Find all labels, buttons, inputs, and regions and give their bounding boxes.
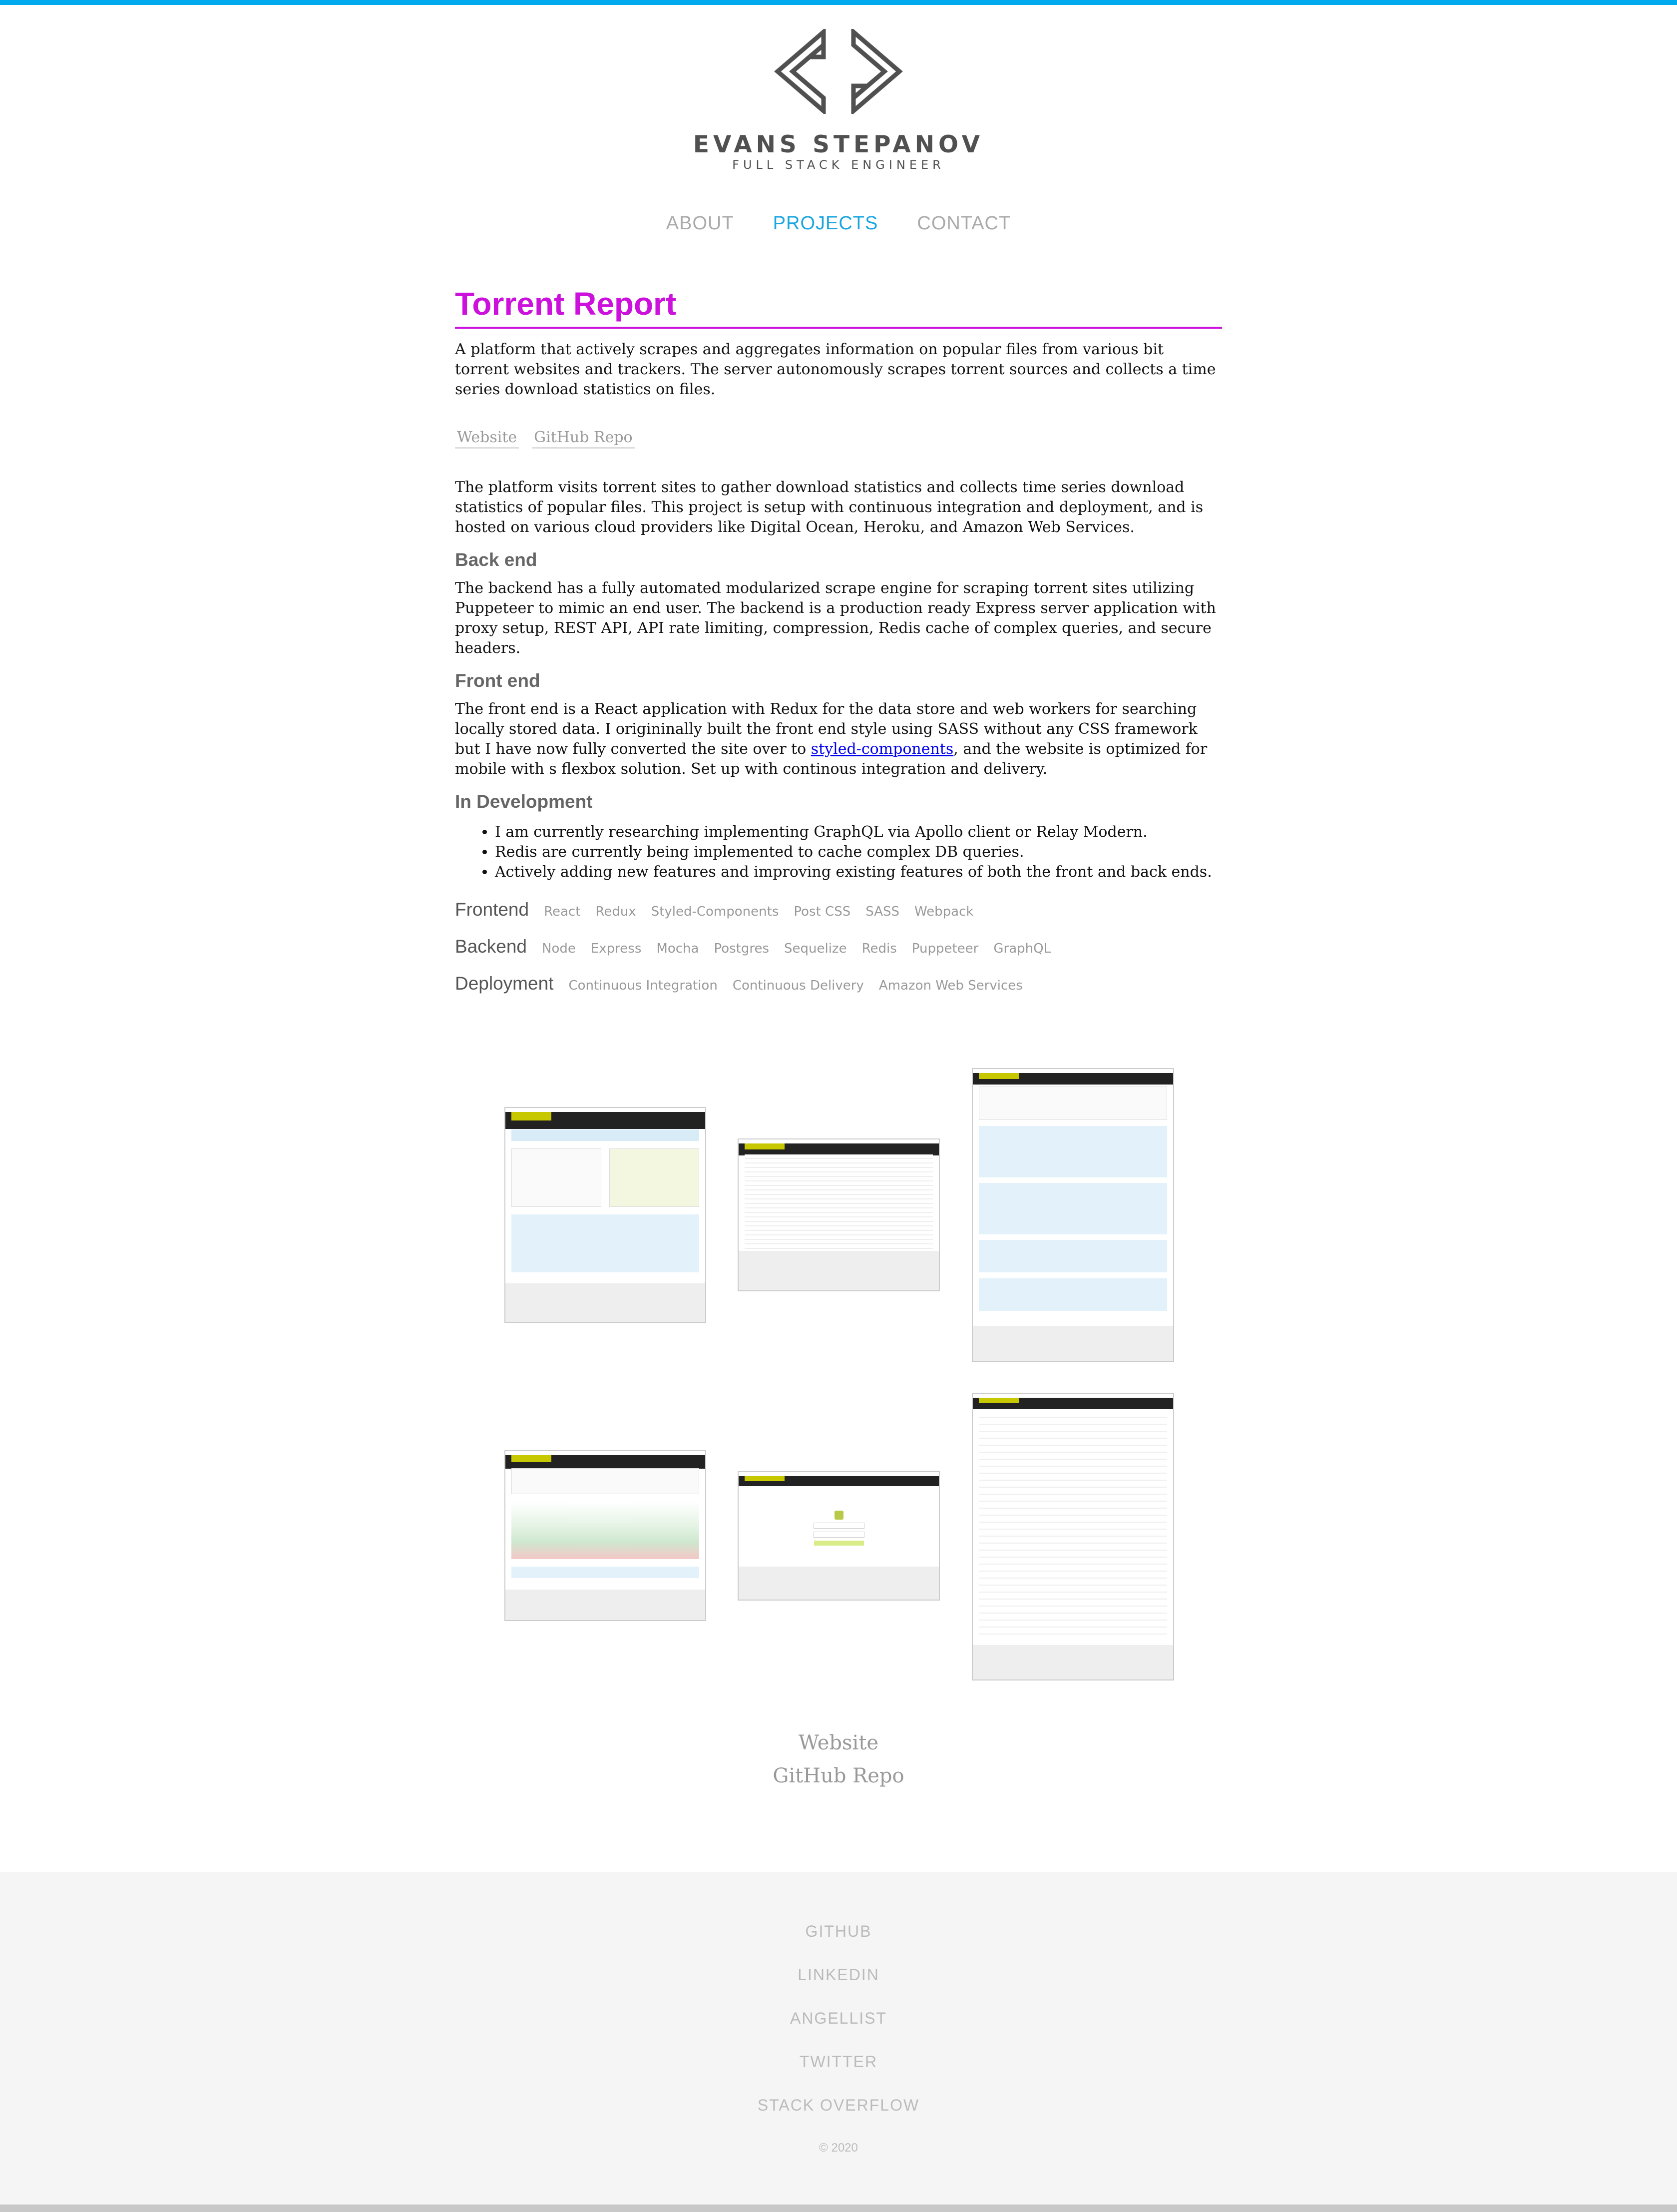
tag-react: React — [544, 904, 581, 919]
code-brackets-icon[interactable] — [774, 27, 903, 116]
screenshot-charts[interactable] — [504, 1450, 706, 1621]
github-repo-bottom-link[interactable]: GitHub Repo — [0, 1759, 1677, 1792]
frontend-heading: Front end — [455, 670, 540, 691]
footer-link-twitter[interactable]: TWITTER — [0, 2053, 1677, 2071]
screenshot-statistics[interactable] — [504, 1107, 706, 1323]
footer-link-github[interactable]: GITHUB — [0, 1922, 1677, 1941]
project-summary: A platform that actively scrapes and agg… — [455, 341, 1216, 398]
github-repo-link[interactable]: GitHub Repo — [532, 429, 635, 449]
tag-redis: Redis — [861, 941, 897, 956]
in-development-heading: In Development — [455, 791, 593, 812]
tag-sass: SASS — [865, 904, 899, 919]
nav-about[interactable]: ABOUT — [666, 213, 734, 234]
brand-subtitle: FULL STACK ENGINEER — [732, 158, 945, 172]
tech-stack: Frontend React Redux Styled-Components P… — [455, 899, 1222, 1010]
styled-components-link[interactable]: styled-components — [811, 740, 954, 758]
main-nav: ABOUT PROJECTS CONTACT — [0, 213, 1677, 234]
screenshot-current-torrents[interactable] — [972, 1393, 1174, 1680]
tag-node: Node — [542, 941, 576, 956]
project-top-links: Website GitHub Repo — [455, 429, 1222, 449]
list-item: Redis are currently being implemented to… — [495, 842, 1222, 862]
tag-sequelize: Sequelize — [784, 941, 847, 956]
tag-styled-components: Styled-Components — [651, 904, 779, 919]
project-bottom-links: Website GitHub Repo — [0, 1726, 1677, 1792]
tag-mocha: Mocha — [656, 941, 699, 956]
tag-post-css: Post CSS — [794, 904, 851, 919]
top-accent-bar — [0, 0, 1677, 5]
frontend-stack-label: Frontend — [455, 899, 529, 920]
footer-link-stack-overflow[interactable]: STACK OVERFLOW — [0, 2096, 1677, 2115]
project-title: Torrent Report — [455, 284, 1222, 329]
tag-continuous-integration: Continuous Integration — [568, 978, 718, 993]
nav-contact[interactable]: CONTACT — [917, 213, 1011, 234]
screenshot-login[interactable] — [738, 1471, 940, 1601]
copyright: © 2020 — [819, 2141, 858, 2155]
screenshot-latest-torrents[interactable] — [738, 1138, 940, 1291]
backend-text: The backend has a fully automated modula… — [455, 579, 1216, 657]
tag-graphql: GraphQL — [993, 941, 1051, 956]
list-item: Actively adding new features and improvi… — [495, 862, 1222, 882]
nav-projects[interactable]: PROJECTS — [773, 213, 878, 234]
list-item: I am currently researching implementing … — [495, 822, 1222, 842]
tag-redux: Redux — [595, 904, 636, 919]
bottom-bar — [0, 2205, 1677, 2212]
tag-puppeteer: Puppeteer — [911, 941, 979, 956]
tag-postgres: Postgres — [714, 941, 770, 956]
deployment-stack-row: Deployment Continuous Integration Contin… — [455, 973, 1222, 1010]
footer-link-angellist[interactable]: ANGELLIST — [0, 2009, 1677, 2028]
screenshot-torrent-details[interactable] — [972, 1068, 1174, 1362]
frontend-text: The front end is a React application wit… — [455, 699, 1222, 779]
in-development-list: I am currently researching implementing … — [455, 822, 1222, 882]
backend-stack-row: Backend Node Express Mocha Postgres Sequ… — [455, 936, 1222, 973]
project-content: Torrent Report A platform that actively … — [455, 284, 1222, 1010]
backend-stack-label: Backend — [455, 936, 527, 957]
tag-amazon-web-services: Amazon Web Services — [878, 978, 1023, 993]
tag-continuous-delivery: Continuous Delivery — [732, 978, 864, 993]
website-bottom-link[interactable]: Website — [0, 1726, 1677, 1759]
website-link[interactable]: Website — [455, 429, 519, 449]
project-intro: The platform visits torrent sites to gat… — [455, 479, 1204, 536]
deployment-stack-label: Deployment — [455, 973, 554, 994]
tag-webpack: Webpack — [914, 904, 974, 919]
site-footer: GITHUB LINKEDIN ANGELLIST TWITTER STACK … — [0, 1872, 1677, 2205]
frontend-stack-row: Frontend React Redux Styled-Components P… — [455, 899, 1222, 936]
tag-express: Express — [590, 941, 642, 956]
brand-name: EVANS STEPANOV — [693, 131, 984, 158]
footer-link-linkedin[interactable]: LINKEDIN — [0, 1966, 1677, 1984]
backend-heading: Back end — [455, 550, 537, 570]
